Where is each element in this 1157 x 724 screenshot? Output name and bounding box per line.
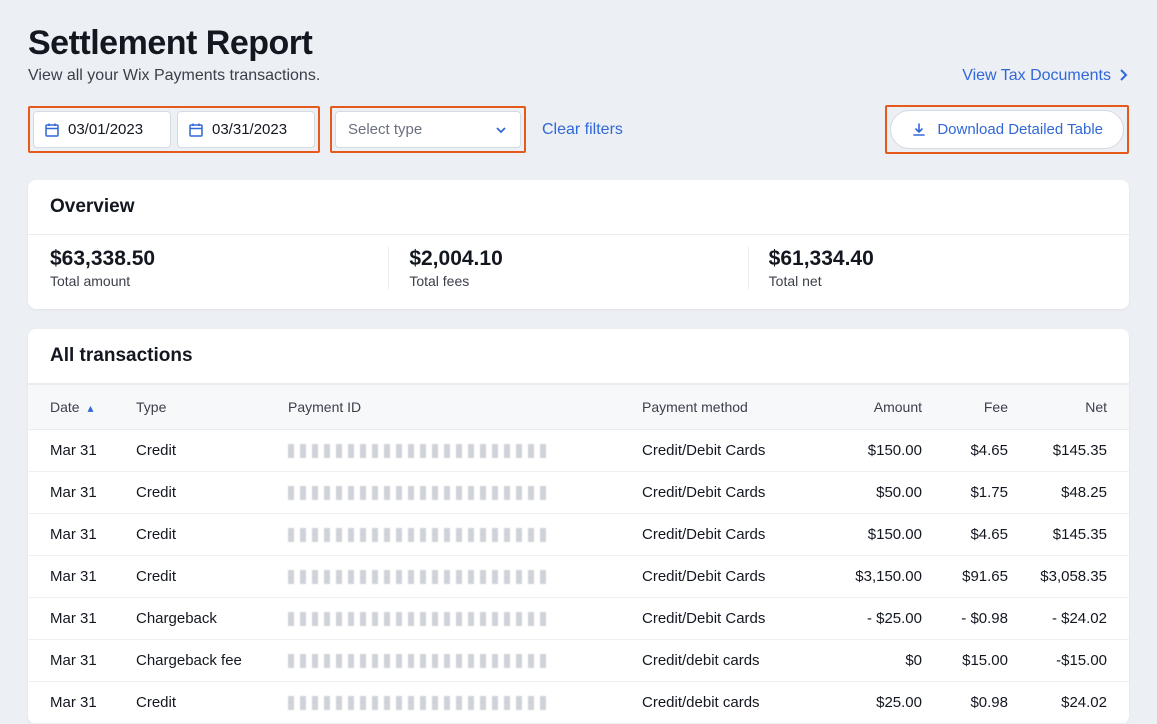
cell-fee: $15.00	[922, 652, 1008, 669]
date-from-input[interactable]: 03/01/2023	[33, 111, 171, 148]
page-title: Settlement Report	[28, 24, 320, 63]
cell-date: Mar 31	[50, 442, 136, 459]
download-icon	[911, 122, 927, 138]
chevron-down-icon	[494, 123, 508, 137]
cell-payment-id	[288, 526, 642, 543]
cell-type: Chargeback fee	[136, 652, 288, 669]
cell-net: -$15.00	[1008, 652, 1107, 669]
cell-type: Credit	[136, 526, 288, 543]
date-range-highlight: 03/01/2023 03/31/2023	[28, 106, 320, 153]
cell-type: Credit	[136, 694, 288, 711]
tax-link-label: View Tax Documents	[962, 67, 1111, 85]
cell-date: Mar 31	[50, 526, 136, 543]
cell-amount: $50.00	[812, 484, 922, 501]
overview-title: Overview	[28, 180, 1129, 235]
cell-method: Credit/Debit Cards	[642, 568, 812, 585]
overview-card: Overview $63,338.50 Total amount $2,004.…	[28, 180, 1129, 309]
column-header-type[interactable]: Type	[136, 399, 288, 415]
type-select-placeholder: Select type	[348, 121, 422, 138]
cell-net: $145.35	[1008, 442, 1107, 459]
overview-total-amount-value: $63,338.50	[50, 247, 368, 271]
table-row[interactable]: Mar 31CreditCredit/Debit Cards$3,150.00$…	[28, 556, 1129, 598]
cell-date: Mar 31	[50, 484, 136, 501]
cell-payment-id	[288, 610, 642, 627]
cell-method: Credit/debit cards	[642, 694, 812, 711]
cell-date: Mar 31	[50, 652, 136, 669]
date-to-input[interactable]: 03/31/2023	[177, 111, 315, 148]
download-label: Download Detailed Table	[937, 121, 1103, 138]
table-row[interactable]: Mar 31Chargeback Credit/Debit Cards- $25.…	[28, 598, 1129, 640]
cell-amount: $25.00	[812, 694, 922, 711]
cell-payment-id	[288, 652, 642, 669]
column-header-fee[interactable]: Fee	[922, 399, 1008, 415]
cell-net: $145.35	[1008, 526, 1107, 543]
cell-date: Mar 31	[50, 610, 136, 627]
overview-total-fees-label: Total fees	[409, 273, 727, 289]
table-row[interactable]: Mar 31Credit Credit/Debit Cards$150.00$4.…	[28, 514, 1129, 556]
table-row[interactable]: Mar 31Chargeback fee Credit/debit cards$0…	[28, 640, 1129, 682]
clear-filters-link[interactable]: Clear filters	[542, 121, 623, 139]
overview-total-amount-label: Total amount	[50, 273, 368, 289]
cell-type: Chargeback	[136, 610, 288, 627]
download-highlight: Download Detailed Table	[885, 105, 1129, 154]
column-header-payment-id[interactable]: Payment ID	[288, 399, 642, 415]
cell-fee: $4.65	[922, 442, 1008, 459]
cell-net: $3,058.35	[1008, 568, 1107, 585]
cell-fee: $1.75	[922, 484, 1008, 501]
date-from-value: 03/01/2023	[68, 121, 143, 138]
cell-fee: $4.65	[922, 526, 1008, 543]
calendar-icon	[44, 122, 60, 138]
column-header-amount[interactable]: Amount	[812, 399, 922, 415]
table-row[interactable]: Mar 31Credit Credit/debit cards$25.00$0.9…	[28, 682, 1129, 724]
transactions-header-row: Date ▴ Type Payment ID Payment method Am…	[28, 384, 1129, 430]
download-detailed-table-button[interactable]: Download Detailed Table	[890, 110, 1124, 149]
overview-total-net-label: Total net	[769, 273, 1087, 289]
cell-amount: $3,150.00	[812, 568, 922, 585]
cell-type: Credit	[136, 442, 288, 459]
column-header-date[interactable]: Date ▴	[50, 399, 136, 415]
cell-payment-id	[288, 484, 642, 501]
cell-method: Credit/Debit Cards	[642, 610, 812, 627]
cell-date: Mar 31	[50, 694, 136, 711]
date-to-value: 03/31/2023	[212, 121, 287, 138]
transactions-title: All transactions	[28, 329, 1129, 384]
cell-amount: $150.00	[812, 526, 922, 543]
cell-method: Credit/Debit Cards	[642, 442, 812, 459]
cell-method: Credit/Debit Cards	[642, 526, 812, 543]
view-tax-documents-link[interactable]: View Tax Documents	[962, 67, 1129, 85]
overview-total-net-value: $61,334.40	[769, 247, 1087, 271]
overview-total-fees-value: $2,004.10	[409, 247, 727, 271]
transactions-card: All transactions Date ▴ Type Payment ID …	[28, 329, 1129, 724]
cell-type: Credit	[136, 484, 288, 501]
cell-amount: - $25.00	[812, 610, 922, 627]
column-header-net[interactable]: Net	[1008, 399, 1107, 415]
sort-ascending-icon: ▴	[87, 401, 93, 415]
chevron-right-icon	[1119, 68, 1129, 84]
cell-fee: $91.65	[922, 568, 1008, 585]
cell-net: $48.25	[1008, 484, 1107, 501]
table-row[interactable]: Mar 31Credit Credit/Debit Cards$150.00$4.…	[28, 430, 1129, 472]
cell-payment-id	[288, 568, 642, 585]
cell-net: $24.02	[1008, 694, 1107, 711]
cell-payment-id	[288, 442, 642, 459]
type-select-highlight: Select type	[330, 106, 526, 153]
cell-fee: - $0.98	[922, 610, 1008, 627]
cell-net: - $24.02	[1008, 610, 1107, 627]
page-subtitle: View all your Wix Payments transactions.	[28, 67, 320, 85]
cell-fee: $0.98	[922, 694, 1008, 711]
type-select[interactable]: Select type	[335, 111, 521, 148]
column-header-method[interactable]: Payment method	[642, 399, 812, 415]
cell-amount: $150.00	[812, 442, 922, 459]
cell-date: Mar 31	[50, 568, 136, 585]
cell-payment-id	[288, 694, 642, 711]
cell-method: Credit/Debit Cards	[642, 484, 812, 501]
calendar-icon	[188, 122, 204, 138]
cell-method: Credit/debit cards	[642, 652, 812, 669]
cell-type: Credit	[136, 568, 288, 585]
cell-amount: $0	[812, 652, 922, 669]
table-row[interactable]: Mar 31Credit Credit/Debit Cards$50.00$1.7…	[28, 472, 1129, 514]
